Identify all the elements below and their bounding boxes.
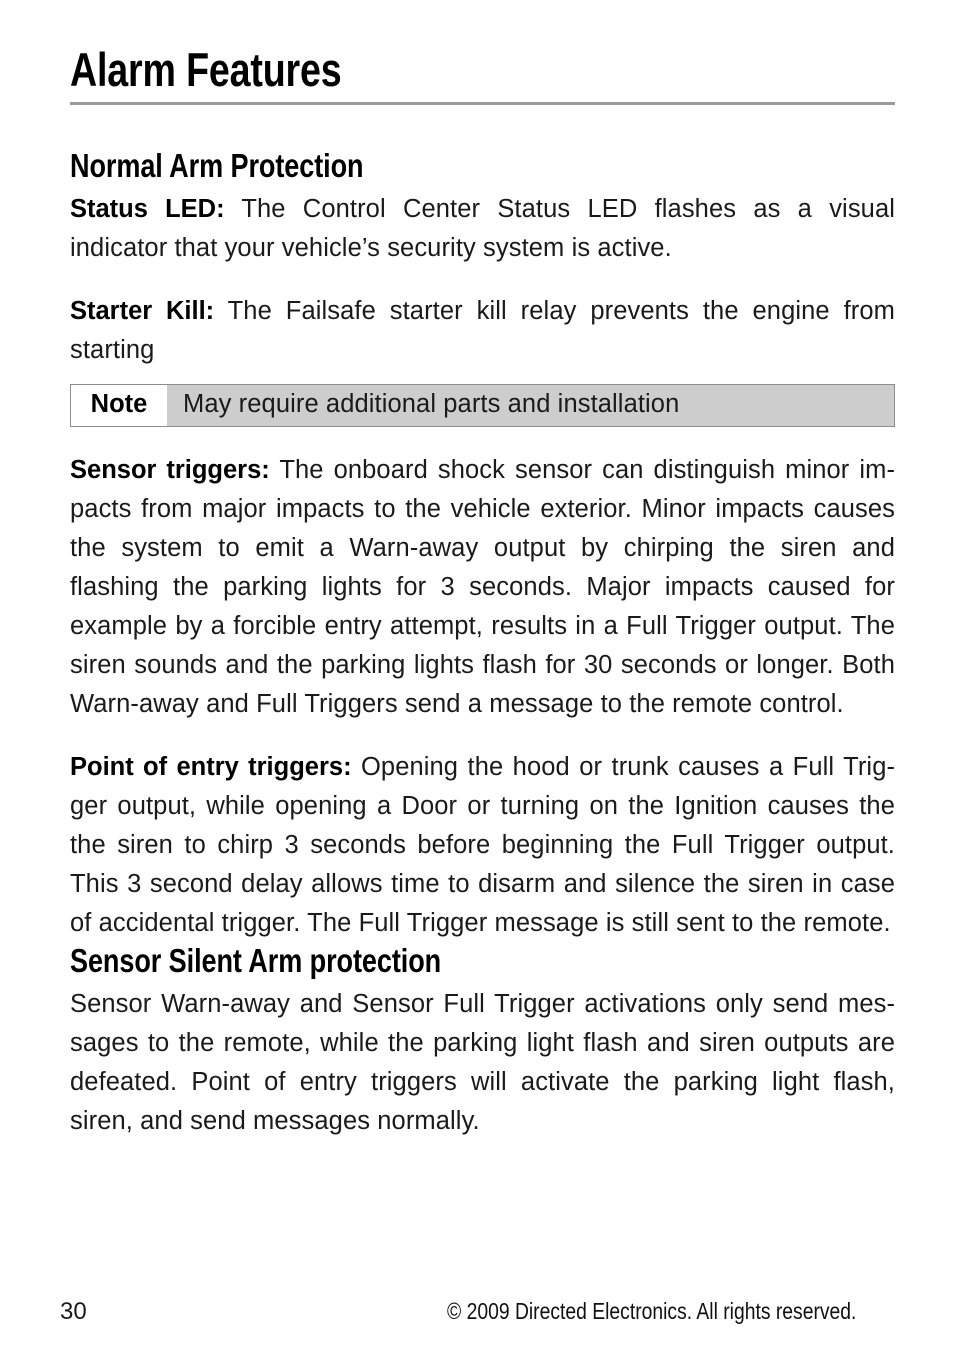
page-header: Alarm Features xyxy=(70,43,895,105)
paragraph-sensor-triggers: Sensor triggers: The onboard shock senso… xyxy=(70,451,895,724)
paragraph-lead-sensor-triggers: Sensor triggers: xyxy=(70,456,270,484)
paragraph-point-of-entry-triggers: Point of entry triggers: Opening the hoo… xyxy=(70,748,895,943)
paragraph-sensor-silent-arm: Sensor Warn-away and Sensor Full Trigger… xyxy=(70,985,895,1141)
page-footer: 30 © 2009 Directed Electronics. All righ… xyxy=(60,1298,895,1326)
paragraph-starter-kill: Starter Kill: The Failsafe starter kill … xyxy=(70,292,895,370)
paragraph-lead-starter-kill: Starter Kill: xyxy=(70,297,215,325)
note-text: May require additional parts and install… xyxy=(167,385,894,426)
section-heading-normal-arm-protection: Normal Arm Protection xyxy=(70,147,364,184)
section-heading-sensor-silent-arm-protection: Sensor Silent Arm protection xyxy=(70,942,442,979)
paragraph-lead-point-of-entry-triggers: Point of entry triggers: xyxy=(70,753,352,781)
paragraph-status-led: Status LED: The Control Center Status LE… xyxy=(70,190,895,268)
paragraph-lead-status-led: Status LED: xyxy=(70,195,225,223)
paragraph-text-sensor-silent-arm: Sensor Warn-away and Sensor Full Trigger… xyxy=(70,990,895,1135)
paragraph-text-sensor-triggers: The onboard shock sensor can distinguish… xyxy=(70,456,896,718)
page-title: Alarm Features xyxy=(70,43,342,96)
note-callout-box: Note May require additional parts and in… xyxy=(70,384,895,427)
copyright-notice: © 2009 Directed Electronics. All rights … xyxy=(446,1298,857,1324)
page-content: Normal Arm Protection Status LED: The Co… xyxy=(70,148,895,1141)
page-number: 30 xyxy=(60,1298,87,1325)
title-divider-rule xyxy=(70,102,895,105)
note-label: Note xyxy=(71,385,167,426)
document-page: Alarm Features Normal Arm Protection Sta… xyxy=(0,0,954,1359)
